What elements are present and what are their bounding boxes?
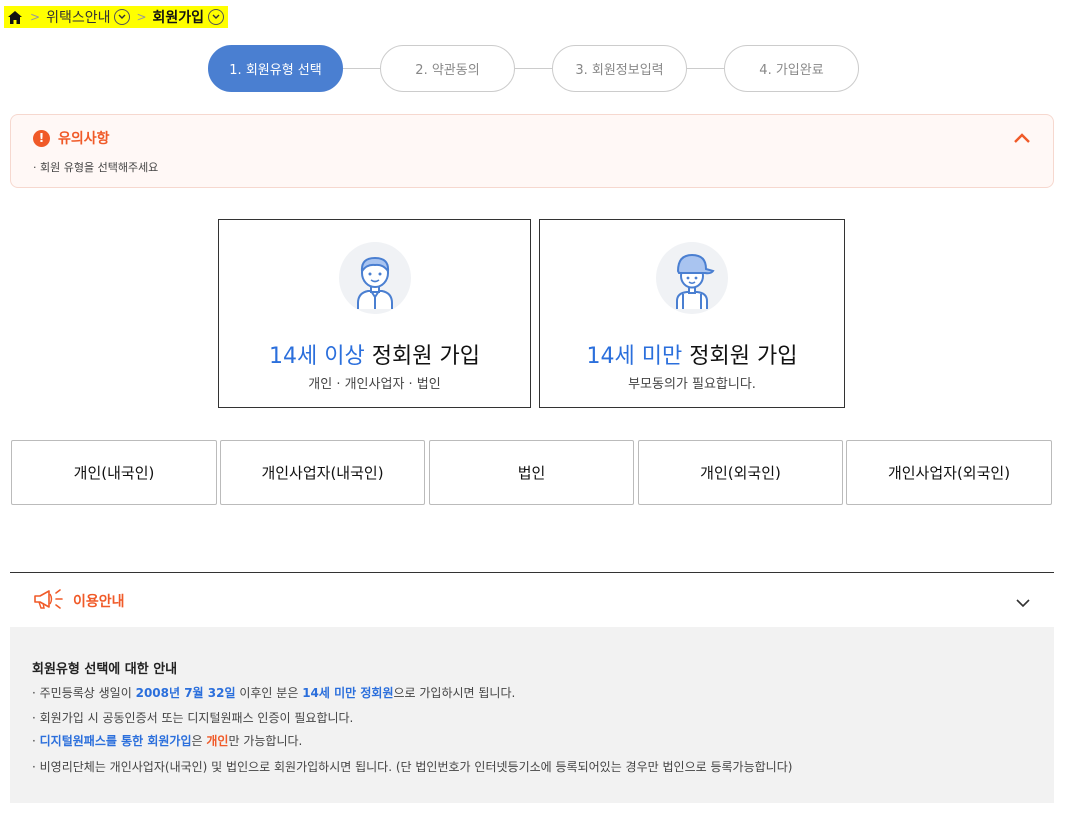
breadcrumb-item-signup[interactable]: 회원가입: [153, 7, 205, 27]
guide-item-date: 2008년 7월 32일: [135, 686, 236, 700]
child-avatar-icon: [656, 242, 728, 314]
card-under-14-title: 14세 미만 정회원 가입: [540, 338, 844, 370]
step-member-info: 3. 회원정보입력: [552, 45, 687, 92]
card-over-14-highlight: 14세 이상: [269, 344, 365, 369]
card-under-14-rest: 정회원 가입: [682, 344, 798, 369]
guide-box-title: 회원유형 선택에 대한 안내: [32, 662, 178, 677]
signup-steps: 1. 회원유형 선택 2. 약관동의 3. 회원정보입력 4. 가입완료: [208, 45, 859, 92]
notice-panel: ! 유의사항 · 회원 유형을 선택해주세요: [10, 114, 1054, 188]
type-individual-domestic-button[interactable]: 개인(내국인): [11, 440, 217, 505]
chevron-up-icon[interactable]: [1013, 129, 1031, 143]
notice-title: 유의사항: [58, 131, 110, 147]
divider: [10, 572, 1054, 573]
guide-header[interactable]: 이용안내: [33, 588, 125, 614]
step-terms: 2. 약관동의: [380, 45, 515, 92]
type-sole-proprietor-domestic-button[interactable]: 개인사업자(내국인): [220, 440, 425, 505]
guide-item-text: 은: [191, 734, 207, 748]
card-under-14-highlight: 14세 미만: [586, 344, 683, 369]
card-over-14-signup[interactable]: 14세 이상 정회원 가입 개인 · 개인사업자 · 법인: [218, 219, 531, 408]
guide-item-birthdate: · 주민등록상 생일이 2008년 7월 32일 이후인 분은 14세 미만 정…: [32, 684, 515, 701]
notice-header: ! 유의사항: [33, 128, 110, 148]
exclamation-icon: !: [33, 129, 50, 147]
chevron-right-icon: >: [136, 10, 147, 24]
chevron-down-icon[interactable]: [1015, 594, 1031, 608]
guide-item-digital-onepass: · 디지털원패스를 통한 회원가입은 개인만 가능합니다.: [32, 732, 302, 749]
guide-item-text: 이후인 분은: [235, 686, 303, 700]
card-under-14-subtitle: 부모동의가 필요합니다.: [628, 377, 756, 392]
adult-avatar-icon: [338, 242, 411, 314]
step-select-type: 1. 회원유형 선택: [208, 45, 343, 92]
breadcrumb: > 위택스안내 > 회원가입: [4, 6, 229, 28]
type-sole-proprietor-foreign-button[interactable]: 개인사업자(외국인): [846, 440, 1052, 505]
step-connector: [515, 68, 552, 69]
card-over-14-title: 14세 이상 정회원 가입: [219, 338, 530, 370]
chevron-down-icon[interactable]: [114, 9, 131, 25]
home-icon[interactable]: [6, 8, 24, 26]
megaphone-icon: [33, 588, 67, 614]
guide-item-highlight: 디지털원패스를 통한 회원가입: [39, 734, 192, 748]
card-under-14-signup[interactable]: 14세 미만 정회원 가입 부모동의가 필요합니다.: [539, 219, 845, 408]
type-individual-foreign-button[interactable]: 개인(외국인): [638, 440, 843, 505]
step-complete: 4. 가입완료: [724, 45, 859, 92]
step-connector: [343, 68, 380, 69]
card-over-14-rest: 정회원 가입: [364, 344, 480, 369]
guide-item-text: 만 가능합니다.: [228, 734, 303, 748]
breadcrumb-item-wetax-info[interactable]: 위택스안내: [46, 7, 110, 27]
guide-item-text: ·: [32, 734, 40, 748]
chevron-down-icon[interactable]: [208, 9, 225, 25]
step-connector: [687, 68, 724, 69]
guide-item-certificate: · 회원가입 시 공동인증서 또는 디지털원패스 인증이 필요합니다.: [32, 711, 354, 725]
type-corporation-button[interactable]: 법인: [429, 440, 634, 505]
chevron-right-icon: >: [30, 10, 41, 24]
guide-item-highlight: 14세 미만 정회원: [302, 686, 394, 700]
guide-item-text: 으로 가입하시면 됩니다.: [393, 686, 516, 700]
notice-text: · 회원 유형을 선택해주세요: [33, 161, 159, 174]
card-over-14-subtitle: 개인 · 개인사업자 · 법인: [308, 377, 441, 392]
guide-content: 회원유형 선택에 대한 안내 · 주민등록상 생일이 2008년 7월 32일 …: [10, 627, 1054, 803]
guide-item-highlight: 개인: [206, 734, 229, 748]
guide-item-text: · 주민등록상 생일이: [32, 686, 136, 700]
guide-item-nonprofit: · 비영리단체는 개인사업자(내국인) 및 법인으로 회원가입하시면 됩니다. …: [32, 760, 793, 774]
guide-title: 이용안내: [73, 594, 125, 610]
